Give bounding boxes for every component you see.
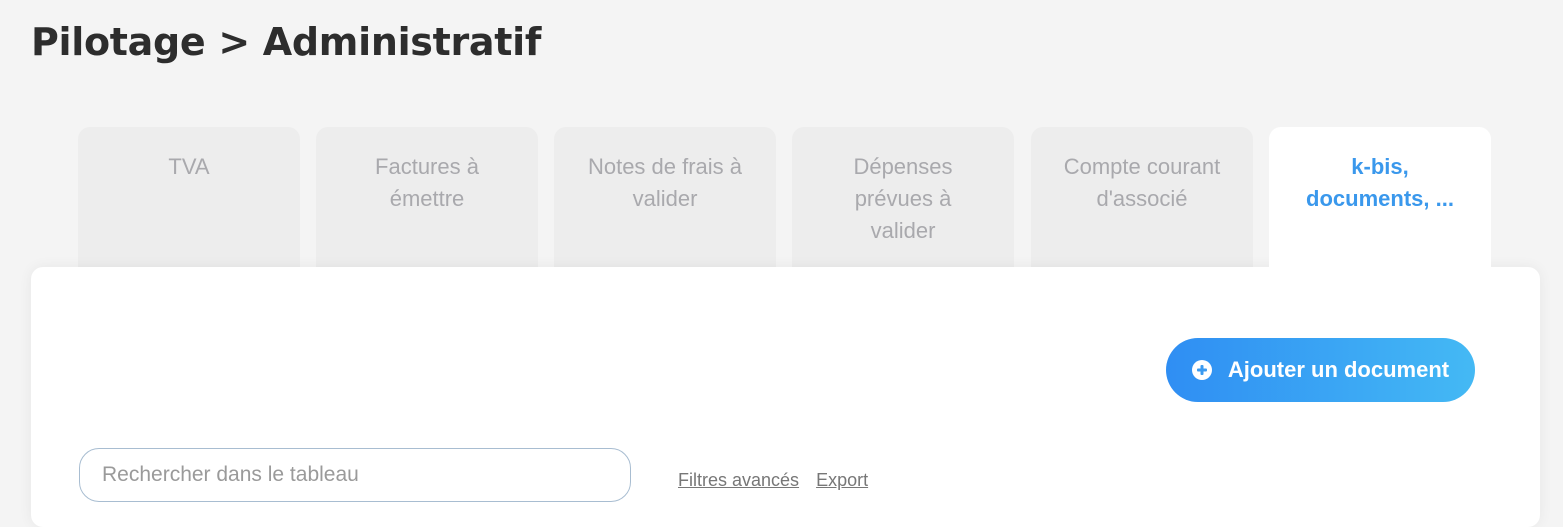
tab-tva[interactable]: TVA [78,127,300,269]
content-card: Ajouter un document Filtres avancés Expo… [31,267,1540,527]
search-input[interactable] [79,448,631,502]
advanced-filters-link[interactable]: Filtres avancés [678,470,799,490]
tab-label: émettre [389,186,465,211]
tab-factures-a-emettre[interactable]: Factures à émettre [316,127,538,269]
tab-label: TVA [168,154,210,179]
tab-label: valider [632,186,698,211]
export-link[interactable]: Export [816,470,868,490]
tab-label: prévues à [854,186,952,211]
tab-label: k-bis, [1351,154,1409,179]
plus-circle-icon [1191,360,1212,380]
add-document-button[interactable]: Ajouter un document [1166,338,1475,402]
tab-label: Notes de frais à [587,154,743,179]
tab-depenses-prevues[interactable]: Dépenses prévues à valider [792,127,1014,269]
tab-kbis-documents[interactable]: k-bis, documents, ... [1269,127,1491,277]
tab-label: valider [870,218,936,243]
tab-compte-courant[interactable]: Compte courant d'associé [1031,127,1253,269]
tab-label: documents, ... [1306,186,1454,211]
tab-label: Compte courant [1063,154,1221,179]
tab-label: d'associé [1096,186,1188,211]
tab-label: Factures à [375,154,479,179]
tab-label: Dépenses [853,154,953,179]
page-title: Pilotage > Administratif [31,20,542,64]
tab-notes-de-frais[interactable]: Notes de frais à valider [554,127,776,269]
add-document-label: Ajouter un document [1227,357,1450,382]
table-actions: Filtres avancés Export [678,470,880,491]
